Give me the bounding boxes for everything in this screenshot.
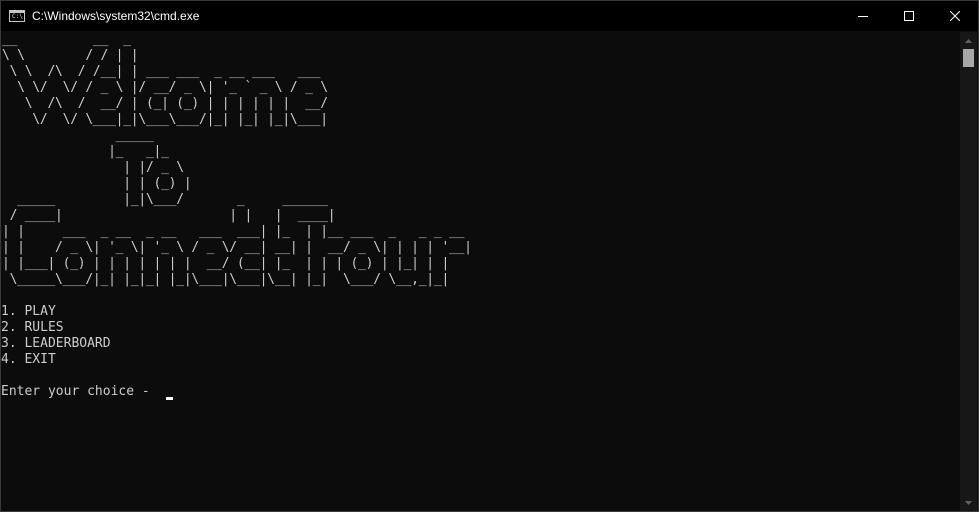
input-prompt-line[interactable]: Enter your choice - (1, 384, 961, 400)
main-menu: 1. PLAY 2. RULES 3. LEADERBOARD 4. EXIT (1, 304, 961, 368)
menu-item-leaderboard: 3. LEADERBOARD (1, 336, 111, 351)
title-bar[interactable]: C:\ C:\Windows\system32\cmd.exe (1, 1, 978, 31)
scrollbar-thumb[interactable] (963, 49, 974, 67)
close-button[interactable] (932, 1, 978, 31)
window-title: C:\Windows\system32\cmd.exe (32, 9, 200, 23)
scroll-up-arrow-icon (965, 38, 972, 43)
menu-item-rules: 2. RULES (1, 320, 64, 335)
cmd-console-icon[interactable]: C:\ (9, 10, 25, 22)
scroll-down-arrow-icon (965, 500, 972, 505)
scroll-up-button[interactable] (960, 32, 977, 49)
welcome-banner-ascii-art: __ __ _ \ \ / / | | \ \ /\ / /__| | ___ … (2, 32, 472, 287)
close-icon (950, 11, 960, 21)
text-cursor (165, 397, 173, 400)
menu-item-play: 1. PLAY (1, 304, 56, 319)
vertical-scrollbar[interactable] (960, 32, 977, 511)
scroll-down-button[interactable] (960, 494, 977, 511)
window-controls (840, 1, 978, 31)
minimize-button[interactable] (840, 1, 886, 31)
console-output[interactable]: __ __ _ \ \ / / | | \ \ /\ / /__| | ___ … (1, 32, 961, 511)
menu-item-exit: 4. EXIT (1, 352, 56, 367)
minimize-icon (858, 16, 868, 17)
choice-prompt: Enter your choice - (1, 384, 158, 399)
maximize-icon (904, 11, 914, 21)
cmd-window: C:\ C:\Windows\system32\cmd.exe __ __ _ … (0, 0, 979, 512)
maximize-button[interactable] (886, 1, 932, 31)
